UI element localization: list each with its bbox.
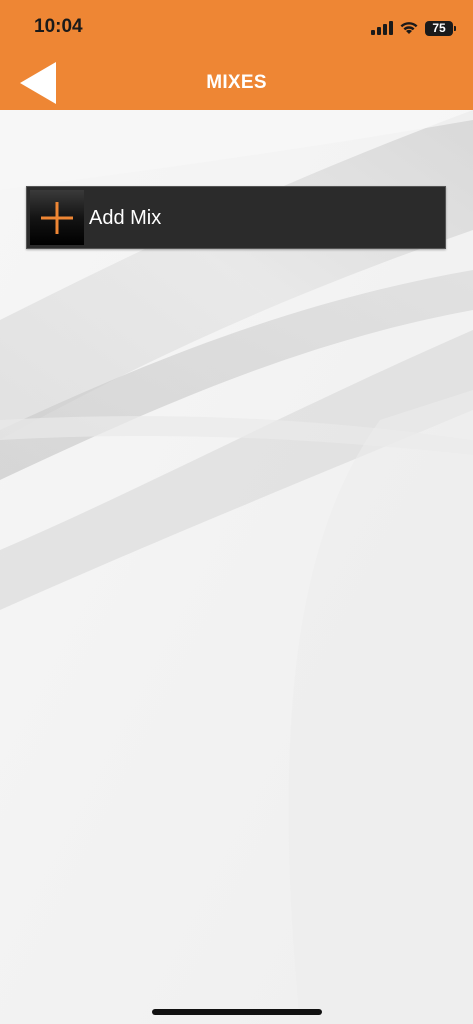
add-mix-label: Add Mix (89, 207, 162, 229)
back-triangle-icon (20, 62, 56, 104)
wifi-icon (400, 22, 418, 34)
cellular-signal-icon (371, 21, 393, 35)
battery-level: 75 (432, 20, 446, 35)
page-title: MIXES (206, 72, 267, 93)
back-button[interactable] (18, 60, 62, 104)
home-indicator[interactable] (152, 1009, 322, 1015)
add-mix-button[interactable]: Add Mix (26, 186, 446, 249)
plus-icon (41, 202, 73, 234)
plus-tile (30, 190, 84, 245)
status-icons: 75 (371, 18, 456, 38)
status-bar: 10:04 75 (0, 0, 473, 52)
status-time: 10:04 (34, 16, 83, 37)
mixes-screen: 10:04 75 MIXES Add Mix (0, 0, 473, 1024)
nav-bar: MIXES (0, 52, 473, 110)
battery-icon: 75 (425, 20, 456, 36)
battery-cap (454, 25, 456, 31)
